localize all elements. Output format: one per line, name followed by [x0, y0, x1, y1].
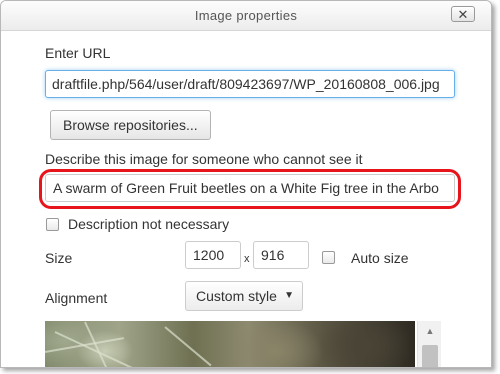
- preview-scrollbar[interactable]: ▲: [417, 321, 442, 367]
- leaf-vein: [45, 337, 124, 353]
- browse-repositories-button[interactable]: Browse repositories...: [50, 110, 211, 140]
- size-label: Size: [45, 250, 73, 266]
- auto-size-checkbox[interactable]: [322, 251, 335, 264]
- url-input[interactable]: draftfile.php/564/user/draft/809423697/W…: [45, 70, 455, 98]
- image-preview: [45, 321, 415, 367]
- image-properties-dialog: Image properties ✕ Enter URL draftfile.p…: [0, 0, 492, 368]
- description-not-necessary-label: Description not necessary: [68, 216, 230, 232]
- dialog-title: Image properties: [194, 8, 298, 23]
- size-separator: x: [244, 253, 250, 265]
- scroll-thumb[interactable]: [422, 345, 438, 367]
- width-input[interactable]: 1200: [185, 241, 241, 269]
- height-input[interactable]: 916: [253, 241, 309, 269]
- scroll-up-arrow-icon[interactable]: ▲: [418, 323, 442, 339]
- leaf-vein: [164, 326, 212, 367]
- alignment-selected-value: Custom style: [196, 288, 277, 304]
- description-label: Describe this image for someone who cann…: [45, 151, 363, 167]
- alignment-select[interactable]: Custom style ▼: [185, 281, 303, 311]
- auto-size-label: Auto size: [351, 250, 409, 266]
- caret-down-icon: ▼: [284, 290, 294, 301]
- dialog-titlebar: Image properties ✕: [1, 1, 491, 31]
- description-not-necessary-checkbox[interactable]: [46, 218, 59, 231]
- close-button[interactable]: ✕: [451, 6, 475, 22]
- url-label: Enter URL: [45, 45, 111, 61]
- alignment-label: Alignment: [45, 290, 108, 306]
- highlight-annotation: [39, 169, 461, 209]
- close-icon: ✕: [457, 6, 469, 22]
